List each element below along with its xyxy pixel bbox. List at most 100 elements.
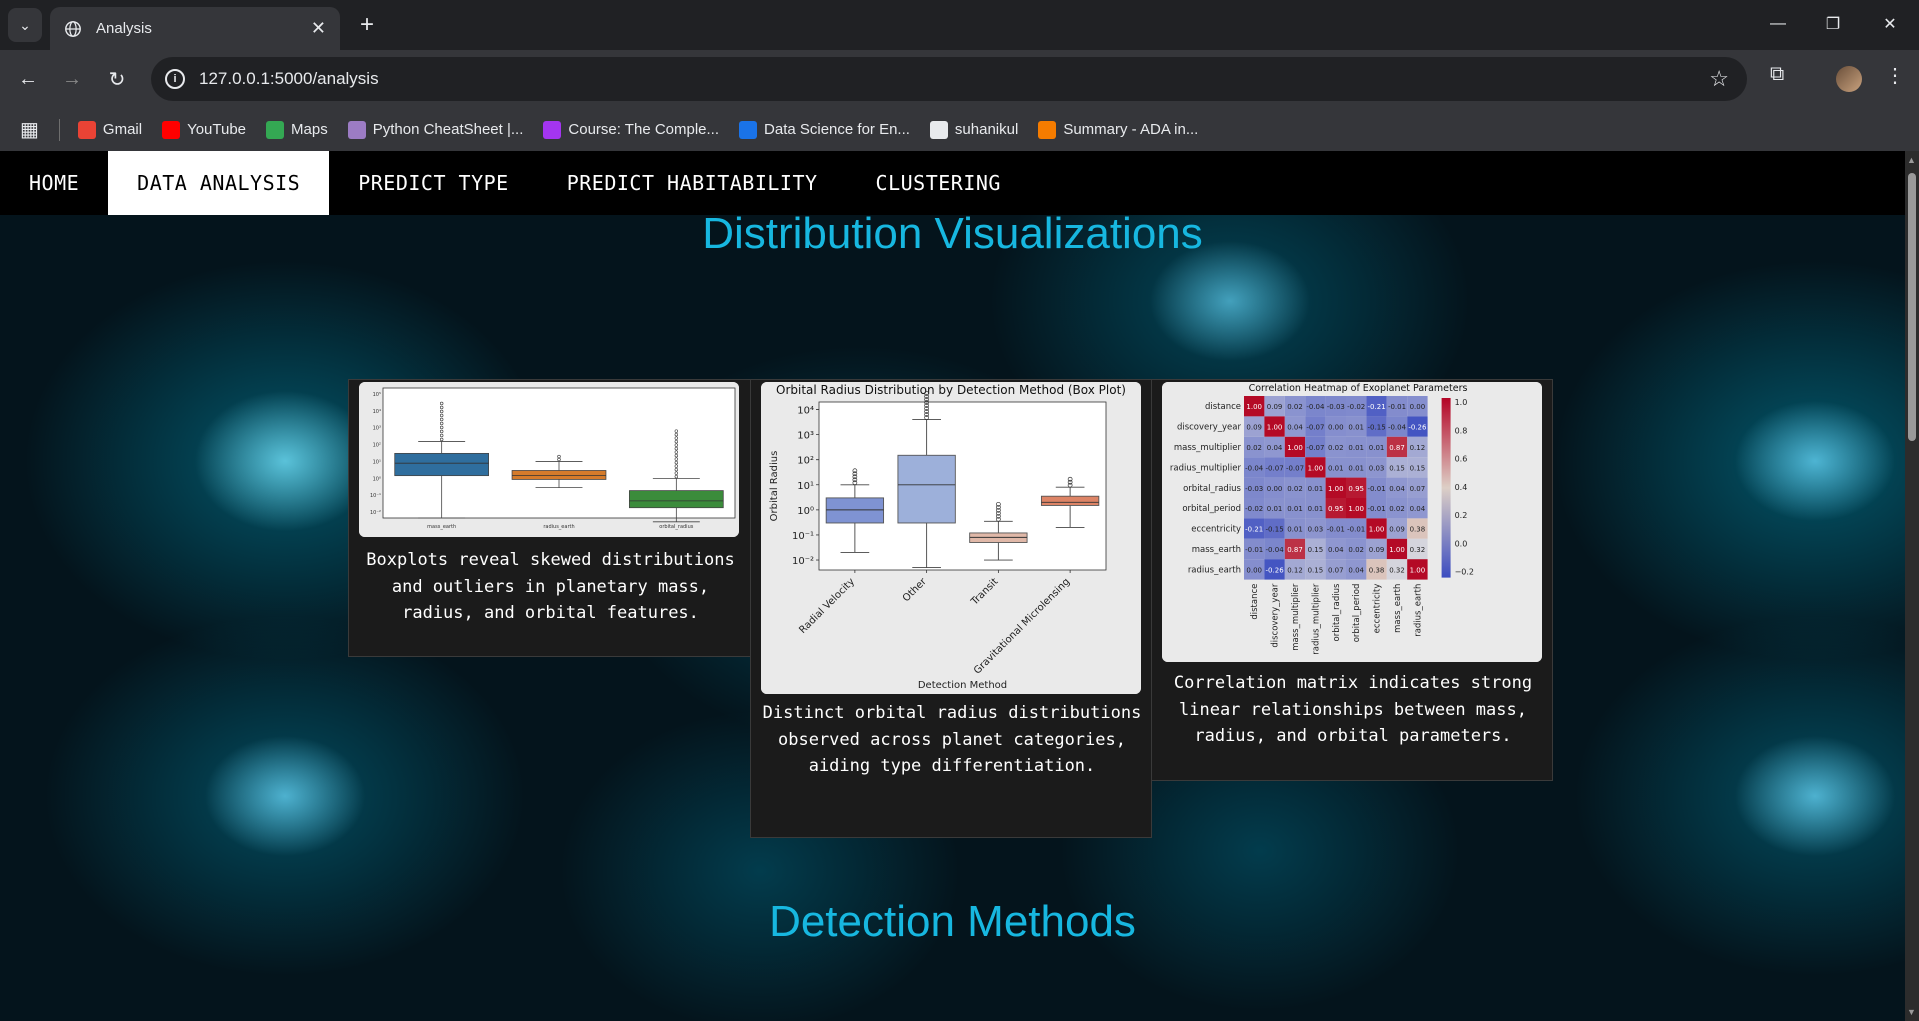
- profile-avatar[interactable]: [1836, 66, 1862, 92]
- restore-icon[interactable]: ❐: [1813, 8, 1853, 40]
- row-label: discovery_year: [1177, 423, 1242, 433]
- bookmarks-divider: [58, 118, 60, 141]
- bookmark-0[interactable]: Gmail: [77, 120, 143, 139]
- col-label: radius_multiplier: [1311, 583, 1321, 655]
- tab-strip: ⌄ Analysis ✕ + — ❐ ✕: [0, 0, 1919, 50]
- back-icon[interactable]: ←: [12, 63, 44, 95]
- scroll-down-icon[interactable]: ▼: [1907, 1007, 1916, 1017]
- bookmark-6[interactable]: suhanikul: [929, 120, 1019, 139]
- close-icon[interactable]: ✕: [311, 18, 326, 39]
- forward-icon[interactable]: →: [56, 63, 88, 95]
- nav-data-analysis[interactable]: DATA ANALYSIS: [108, 151, 330, 215]
- colorbar-tick-label: 0.8: [1455, 426, 1468, 435]
- scroll-up-icon[interactable]: ▲: [1907, 155, 1916, 165]
- bookmark-label: Python CheatSheet |...: [372, 121, 524, 138]
- correlation-heatmap: Correlation Heatmap of Exoplanet Paramet…: [1162, 382, 1542, 662]
- cell-value: -0.02: [1347, 403, 1365, 411]
- x-tick-label: mass_earth: [427, 524, 456, 530]
- apps-icon[interactable]: ▦: [20, 117, 39, 142]
- x-tick-label: radius_earth: [543, 524, 574, 530]
- nav-clustering[interactable]: CLUSTERING: [847, 151, 1030, 215]
- minimize-icon[interactable]: —: [1758, 8, 1798, 40]
- page-scrollbar[interactable]: ▲ ▼: [1905, 151, 1919, 1021]
- bookmark-favicon-icon: [347, 120, 366, 139]
- cell-value: 0.01: [1328, 464, 1344, 472]
- cell-value: 0.02: [1389, 505, 1405, 513]
- chevron-down-icon: ⌄: [19, 16, 31, 33]
- bookmarks-bar: ▦ Gmail YouTube Maps Python CheatSheet |...…: [0, 108, 1919, 151]
- nav-predict-habitability[interactable]: PREDICT HABITABILITY: [538, 151, 847, 215]
- scroll-thumb[interactable]: [1908, 173, 1916, 441]
- cell-value: 0.15: [1410, 464, 1426, 472]
- bookmark-favicon-icon: [77, 120, 96, 139]
- y-tick-label: 10⁻²: [792, 556, 814, 567]
- y-tick-label: 10⁴: [373, 409, 381, 415]
- y-tick-label: 10¹: [797, 481, 814, 492]
- url-text[interactable]: 127.0.0.1:5000/analysis: [199, 69, 379, 89]
- y-tick-label: 10⁴: [797, 406, 814, 417]
- cell-value: 0.01: [1267, 505, 1283, 513]
- cell-value: 1.00: [1369, 526, 1385, 534]
- address-bar[interactable]: i 127.0.0.1:5000/analysis ☆: [151, 57, 1747, 101]
- reload-icon[interactable]: ↻: [101, 63, 133, 95]
- cell-value: -0.03: [1327, 403, 1345, 411]
- cell-value: 0.12: [1287, 566, 1303, 574]
- bookmark-3[interactable]: Python CheatSheet |...: [347, 120, 524, 139]
- cell-value: 0.12: [1410, 444, 1426, 452]
- row-label: mass_multiplier: [1174, 443, 1242, 453]
- cell-value: -0.21: [1245, 526, 1263, 534]
- bookmark-4[interactable]: Course: The Comple...: [543, 120, 719, 139]
- bookmark-favicon-icon: [543, 120, 562, 139]
- cell-value: 1.00: [1267, 424, 1283, 432]
- bookmark-favicon-icon: [266, 120, 285, 139]
- chart-title: Orbital Radius Distribution by Detection…: [776, 383, 1126, 397]
- col-label: orbital_radius: [1332, 583, 1342, 641]
- extensions-icon[interactable]: ⧉: [1770, 63, 1784, 86]
- col-label: discovery_year: [1271, 583, 1281, 648]
- cell-value: 0.02: [1246, 444, 1262, 452]
- nav-predict-type[interactable]: PREDICT TYPE: [329, 151, 538, 215]
- cell-value: 0.87: [1287, 546, 1303, 554]
- distribution-title: Distribution Visualizations: [702, 209, 1203, 258]
- bookmark-5[interactable]: Data Science for En...: [739, 120, 910, 139]
- nav-home[interactable]: HOME: [0, 151, 108, 215]
- y-tick-label: 10¹: [373, 459, 381, 465]
- cell-value: 0.38: [1369, 566, 1385, 574]
- site-info-icon[interactable]: i: [165, 69, 185, 89]
- row-label: distance: [1205, 402, 1241, 412]
- box: [897, 454, 956, 524]
- boxplot-card: 10⁵ 10⁴ 10³ 10² 10¹ 10⁰ 10⁻¹ 10⁻² mass_earth radi…: [348, 379, 751, 657]
- cell-value: -0.04: [1266, 546, 1285, 554]
- tab-search-button[interactable]: ⌄: [8, 8, 42, 42]
- window-close-icon[interactable]: ✕: [1870, 8, 1910, 40]
- bookmark-favicon-icon: [739, 120, 758, 139]
- box: [394, 452, 490, 477]
- cell-value: 0.09: [1369, 546, 1385, 554]
- new-tab-button[interactable]: +: [352, 10, 382, 40]
- bookmark-1[interactable]: YouTube: [162, 120, 246, 139]
- bookmark-7[interactable]: Summary - ADA in...: [1038, 120, 1198, 139]
- colorbar-tick-label: 0.2: [1455, 511, 1468, 520]
- bookmark-label: Gmail: [102, 121, 143, 138]
- bookmark-label: Maps: [291, 121, 328, 138]
- correlation-card: Correlation Heatmap of Exoplanet Paramet…: [1151, 379, 1553, 781]
- cell-value: 0.00: [1267, 485, 1283, 493]
- card-caption: Boxplots reveal skewed distributions and…: [366, 550, 735, 623]
- cell-value: -0.26: [1408, 424, 1427, 432]
- box: [825, 497, 885, 524]
- bookmark-favicon-icon: [929, 120, 948, 139]
- bookmark-label: suhanikul: [954, 121, 1019, 138]
- cell-value: 0.87: [1389, 444, 1405, 452]
- menu-icon[interactable]: ⋮: [1885, 63, 1905, 88]
- browser-toolbar: ← → ↻ i 127.0.0.1:5000/analysis ☆ ⧉ ⋮: [0, 50, 1919, 108]
- box: [628, 490, 724, 509]
- bookmark-2[interactable]: Maps: [266, 120, 328, 139]
- mass-radius-orbital-boxplot: 10⁵ 10⁴ 10³ 10² 10¹ 10⁰ 10⁻¹ 10⁻² mass_earth radi…: [359, 382, 739, 537]
- cell-value: 0.01: [1348, 464, 1364, 472]
- cell-value: 0.03: [1308, 526, 1324, 534]
- browser-chrome: ⌄ Analysis ✕ + — ❐ ✕ ← → ↻ i 127.0.0.1:5…: [0, 0, 1919, 151]
- cell-value: -0.26: [1266, 566, 1285, 574]
- y-tick-label: 10⁰: [373, 476, 381, 482]
- bookmark-star-icon[interactable]: ☆: [1709, 66, 1729, 92]
- browser-tab[interactable]: Analysis ✕: [50, 7, 340, 50]
